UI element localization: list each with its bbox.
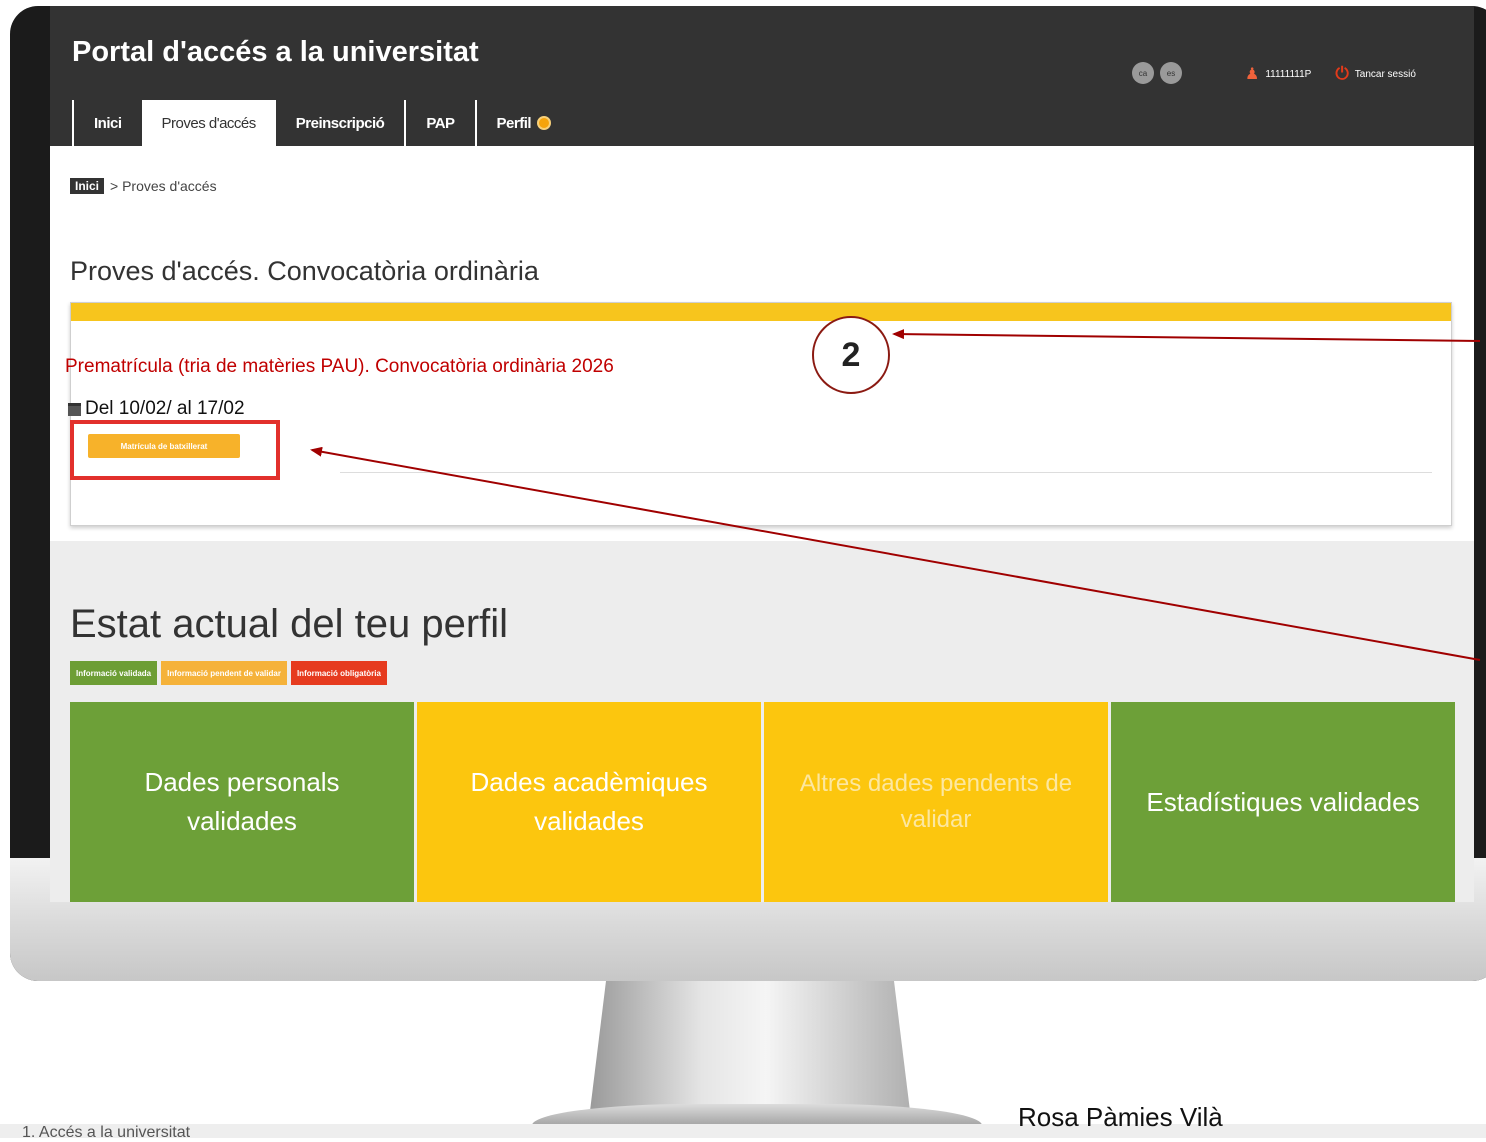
- profile-title: Estat actual del teu perfil: [70, 602, 509, 646]
- tab-preinscripcio[interactable]: Preinscripció: [276, 100, 405, 146]
- card-date: Del 10/02/ al 17/02: [68, 398, 245, 420]
- footer-bar: [0, 1124, 1486, 1138]
- tab-pap[interactable]: PAP: [404, 100, 474, 146]
- tile-academic-data[interactable]: Dades acadèmiques validades: [417, 702, 761, 902]
- convocatoria-card: [70, 302, 1452, 526]
- page-title: Proves d'accés. Convocatòria ordinària: [70, 256, 539, 286]
- legend-mandatory: Informació obligatòria: [290, 661, 387, 685]
- legend-validated: Informació validada: [70, 661, 158, 685]
- card-stripe: [71, 303, 1451, 321]
- logout-link[interactable]: Tancar sessió: [1355, 69, 1416, 80]
- tab-inici[interactable]: Inici: [72, 100, 142, 146]
- step-number-callout: 2: [812, 316, 890, 394]
- profile-legend: Informació validada Informació pendent d…: [70, 661, 387, 685]
- legend-pending: Informació pendent de validar: [161, 661, 287, 685]
- profile-tiles: Dades personals validades Dades acadèmiq…: [70, 702, 1455, 902]
- tab-perfil[interactable]: Perfil: [474, 100, 572, 146]
- tab-proves-acces[interactable]: Proves d'accés: [141, 100, 276, 146]
- power-icon[interactable]: ⏻: [1335, 64, 1348, 84]
- tile-other-data[interactable]: Altres dades pendents de validar: [764, 702, 1108, 902]
- monitor-stand: [590, 981, 910, 1111]
- notification-dot-icon: [537, 116, 552, 130]
- tile-personal-data[interactable]: Dades personals validades: [70, 702, 414, 902]
- calendar-icon: [68, 402, 81, 416]
- user-id[interactable]: 11111111P: [1265, 69, 1311, 80]
- breadcrumb: Inici > Proves d'accés: [70, 178, 217, 194]
- breadcrumb-home[interactable]: Inici: [70, 178, 105, 194]
- app-title: Portal d'accés a la universitat: [72, 36, 479, 68]
- user-icon: ♟: [1245, 66, 1260, 83]
- language-button-es[interactable]: es: [1160, 62, 1182, 84]
- breadcrumb-current: > Proves d'accés: [110, 178, 217, 194]
- highlight-box: [70, 420, 280, 480]
- card-divider: [340, 472, 1432, 473]
- language-switcher: ca es: [1132, 62, 1182, 84]
- prematricula-link[interactable]: Prematrícula (tria de matèries PAU). Con…: [65, 356, 614, 378]
- date-range: Del 10/02/ al 17/02: [85, 398, 245, 419]
- footer-caption: 1. Accés a la universitat: [22, 1124, 191, 1141]
- top-bar: Portal d'accés a la universitat ca es ♟ …: [50, 6, 1474, 146]
- author-name: Rosa Pàmies Vilà: [1018, 1102, 1223, 1132]
- user-area: ♟ 11111111P ⏻ Tancar sessió: [1245, 64, 1416, 84]
- tile-statistics[interactable]: Estadístiques validades: [1111, 702, 1455, 902]
- main-tabs: Inici Proves d'accés Preinscripció PAP P…: [72, 100, 571, 146]
- language-button-ca[interactable]: ca: [1132, 62, 1154, 84]
